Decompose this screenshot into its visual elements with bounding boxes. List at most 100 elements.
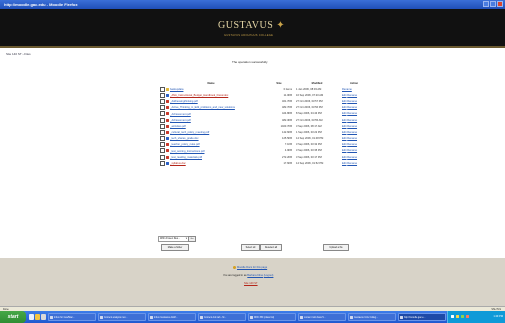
course-footer-link[interactable]: Site 140 ST	[244, 282, 258, 285]
file-link[interactable]: _teacher_policy_rules.pdf	[170, 143, 200, 146]
edit-link[interactable]: Edit	[342, 131, 346, 134]
taskbar-button[interactable]: Inbox Gustavus Adolf...	[148, 313, 196, 321]
rename-link[interactable]: Rename	[347, 131, 357, 134]
rename-link[interactable]: Rename	[347, 100, 357, 103]
row-checkbox[interactable]	[160, 92, 165, 98]
edit-link[interactable]: Edit	[342, 106, 346, 109]
file-link[interactable]: _syllabus.doc	[170, 162, 186, 165]
rename-link[interactable]: Rename	[347, 149, 357, 152]
deselect-all-button[interactable]: Deselect all	[260, 244, 282, 251]
file-link[interactable]: _test_reading_materials.pdf	[170, 156, 202, 159]
upload-file-button[interactable]: Upload a file	[323, 244, 349, 251]
edit-link[interactable]: Edit	[342, 156, 346, 159]
breadcrumb[interactable]: Site 140 ST › Files	[6, 52, 31, 56]
file-link[interactable]: _Active_Thinking_in_Edit_problems_and_ne…	[170, 106, 235, 109]
select-all-button[interactable]: Select all	[241, 244, 260, 251]
file-link[interactable]: _Achievement.pdf	[170, 113, 191, 116]
tray-messenger-icon[interactable]	[466, 315, 469, 318]
help-link[interactable]: Moodle Docs for this page	[233, 266, 267, 269]
row-checkbox[interactable]	[160, 136, 165, 142]
taskbar-button-label: Gustavus Univ Colleg...	[354, 317, 378, 319]
row-checkbox[interactable]	[160, 129, 165, 135]
minimize-icon[interactable]	[483, 1, 489, 7]
taskbar-button[interactable]: Inbox for Gus/Mac...	[48, 313, 96, 321]
row-checkbox[interactable]	[160, 142, 165, 148]
file-link[interactable]: _activities.pdf	[170, 125, 186, 128]
edit-link[interactable]: Edit	[342, 112, 346, 115]
app-icon	[200, 316, 203, 319]
help-icon	[233, 266, 236, 269]
system-tray: 1:49 PM	[447, 311, 505, 323]
row-checkbox[interactable]	[160, 86, 165, 92]
taskbar-button[interactable]: Content Adv tab - M...	[198, 313, 246, 321]
star-icon: ✦	[276, 20, 286, 31]
pdf-file-icon	[166, 106, 169, 110]
rename-link[interactable]: Rename	[347, 112, 357, 115]
row-checkbox[interactable]	[160, 105, 165, 111]
row-checkbox[interactable]	[160, 98, 165, 104]
tray-volume-icon[interactable]	[456, 315, 459, 318]
file-link[interactable]: _Addressingthinking.pdf	[170, 100, 198, 103]
quicklaunch-desktop-icon[interactable]	[41, 314, 46, 320]
taskbar-button[interactable]: Content analysis met...	[98, 313, 146, 321]
edit-link[interactable]: Edit	[342, 137, 346, 140]
edit-link[interactable]: Edit	[342, 162, 346, 165]
make-folder-button[interactable]: Make a folder	[161, 244, 189, 251]
edit-link[interactable]: Edit	[342, 119, 346, 122]
rename-link[interactable]: Rename	[347, 125, 357, 128]
app-icon	[100, 316, 103, 319]
file-link[interactable]: _Achievement.pdf	[170, 119, 191, 122]
rename-link[interactable]: Rename	[342, 88, 352, 91]
app-icon	[150, 316, 153, 319]
rename-link[interactable]: Rename	[347, 162, 357, 165]
logout-link[interactable]: (Logout)	[264, 274, 274, 277]
edit-link[interactable]: Edit	[342, 149, 346, 152]
go-button[interactable]: Go	[188, 236, 196, 242]
quicklaunch-ie-icon[interactable]	[29, 314, 34, 320]
app-icon	[50, 316, 53, 319]
edit-link[interactable]: Edit	[342, 143, 346, 146]
pdf-file-icon	[166, 143, 169, 147]
file-link[interactable]: _tech_shares_grade.doc	[170, 137, 199, 140]
start-button[interactable]: start	[0, 311, 26, 323]
edit-link[interactable]: Edit	[342, 125, 346, 128]
file-link[interactable]: _cultural_tech_policy_meeting.pdf	[170, 131, 209, 134]
rename-link[interactable]: Rename	[347, 156, 357, 159]
file-name-cell: _syllabus.doc	[158, 160, 264, 166]
taskbar-button[interactable]: DNK 350 (class list)	[248, 313, 296, 321]
maximize-icon[interactable]	[490, 1, 496, 7]
row-checkbox[interactable]	[160, 123, 165, 129]
rename-link[interactable]: Rename	[347, 106, 357, 109]
file-modified: 14 Sep 2006, 01:52 PM	[296, 161, 324, 165]
row-checkbox[interactable]	[160, 148, 165, 154]
edit-link[interactable]: Edit	[342, 100, 346, 103]
window-controls	[483, 1, 503, 7]
quicklaunch-folder-icon[interactable]	[35, 314, 40, 320]
row-checkbox[interactable]	[160, 117, 165, 123]
with-chosen-files-select[interactable]: With chosen files... ▾	[158, 236, 189, 242]
window-title: http://moodle.gac.edu - Moodle Firefox	[4, 2, 78, 7]
tray-antivirus-icon[interactable]	[461, 315, 464, 318]
user-link[interactable]: Barbara Kline	[247, 274, 263, 277]
row-checkbox[interactable]	[160, 111, 165, 117]
file-link[interactable]: backupdata	[170, 88, 183, 91]
row-checkbox[interactable]	[160, 154, 165, 160]
site-logo[interactable]: GUSTAVUS ✦	[218, 20, 285, 31]
taskbar-button[interactable]: content mkt class 5...	[298, 313, 346, 321]
window-titlebar[interactable]: http://moodle.gac.edu - Moodle Firefox	[0, 0, 505, 9]
rename-link[interactable]: Rename	[347, 119, 357, 122]
table-row: _syllabus.doc 17.6KB 14 Sep 2006, 01:52 PM…	[158, 160, 368, 166]
row-checkbox[interactable]	[160, 160, 165, 166]
taskbar-button-label: http://moodle.gac.e...	[404, 317, 426, 319]
taskbar-button[interactable]: Gustavus Univ Colleg...	[348, 313, 396, 321]
taskbar-button[interactable]: http://moodle.gac.e...	[398, 313, 446, 321]
rename-link[interactable]: Rename	[347, 143, 357, 146]
rename-link[interactable]: Rename	[347, 137, 357, 140]
tray-network-icon[interactable]	[451, 315, 454, 318]
rename-link[interactable]: Rename	[347, 94, 357, 97]
file-link[interactable]: _ANA_Instructional_Budget_Handbook_Fisca…	[170, 94, 228, 97]
close-icon[interactable]	[497, 1, 503, 7]
file-size: 17.6KB	[283, 161, 292, 165]
edit-link[interactable]: Edit	[342, 94, 346, 97]
file-link[interactable]: _test_scoring_Instructions.pdf	[170, 150, 204, 153]
